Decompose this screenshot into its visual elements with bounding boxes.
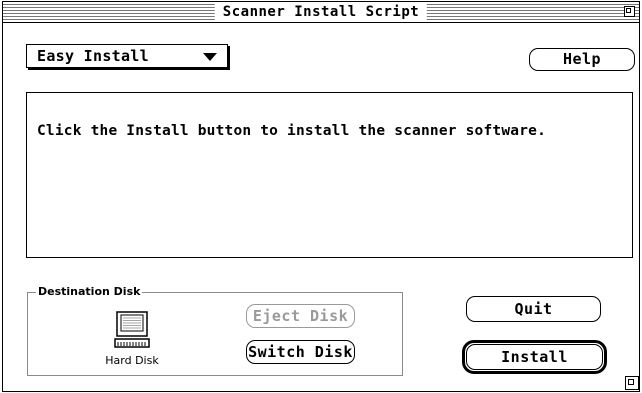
title-bar[interactable]: Scanner Install Script xyxy=(3,2,639,23)
install-button[interactable]: Install xyxy=(466,344,603,370)
quit-button[interactable]: Quit xyxy=(466,296,601,322)
switch-disk-button[interactable]: Switch Disk xyxy=(246,340,355,364)
hard-disk-label: Hard Disk xyxy=(105,354,159,367)
window-title: Scanner Install Script xyxy=(214,2,428,22)
install-message: Click the Install button to install the … xyxy=(37,123,546,139)
triangle-down-icon xyxy=(203,53,217,61)
help-button[interactable]: Help xyxy=(529,48,635,71)
destination-disk-label: Destination Disk xyxy=(36,284,143,300)
hard-disk-icon[interactable] xyxy=(114,311,150,349)
install-type-popup[interactable]: Easy Install xyxy=(26,44,228,68)
grow-box-icon[interactable] xyxy=(625,376,639,390)
eject-disk-button[interactable]: Eject Disk xyxy=(246,304,355,328)
install-type-label: Easy Install xyxy=(37,47,149,65)
message-panel: Click the Install button to install the … xyxy=(26,92,633,258)
zoom-box-icon[interactable] xyxy=(624,6,635,17)
